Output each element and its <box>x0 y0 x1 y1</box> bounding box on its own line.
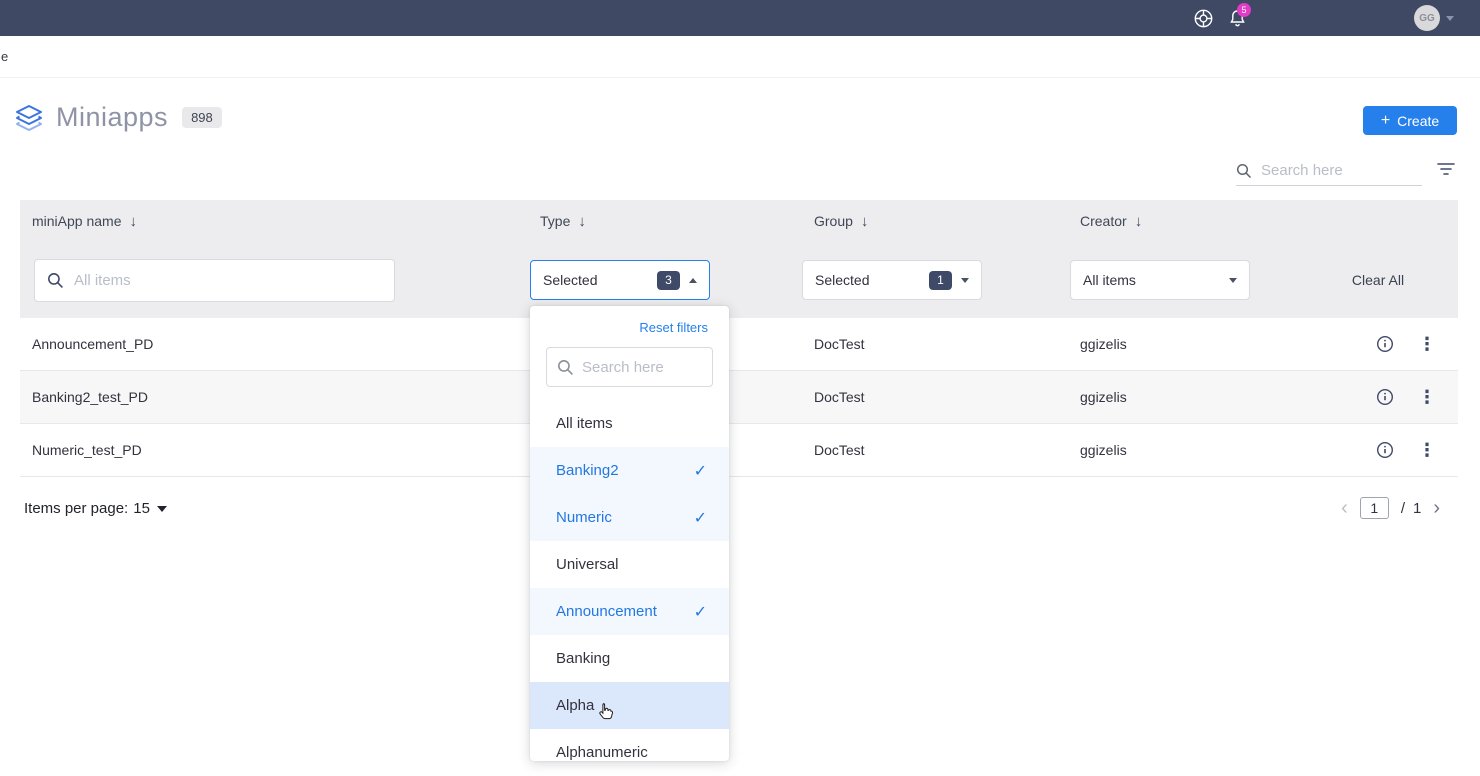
chevron-down-icon <box>1229 278 1237 283</box>
page-header: Miniapps 898 <box>14 102 222 133</box>
type-filter-select[interactable]: Selected 3 <box>530 260 710 300</box>
info-icon[interactable] <box>1376 388 1394 406</box>
sort-icon <box>1135 213 1143 230</box>
breadcrumb-bar: e <box>0 36 1480 78</box>
breadcrumb: e <box>1 49 8 64</box>
current-page-box[interactable]: 1 <box>1360 497 1389 519</box>
create-button-label: Create <box>1397 113 1439 129</box>
chevron-down-icon <box>961 278 969 283</box>
chevron-up-icon <box>689 278 697 283</box>
type-selected-count: 3 <box>657 271 680 290</box>
check-icon <box>694 602 707 622</box>
row-creator: ggizelis <box>1068 336 1298 352</box>
check-icon <box>694 461 707 481</box>
group-selected-count: 1 <box>929 271 952 290</box>
miniapps-table: miniApp name Type Group Creator Selected… <box>20 200 1458 477</box>
reset-filters-link[interactable]: Reset filters <box>530 306 729 335</box>
info-icon[interactable] <box>1376 441 1394 459</box>
group-filter-select[interactable]: Selected 1 <box>802 260 982 300</box>
dropdown-option-announcement[interactable]: Announcement <box>530 588 729 635</box>
kebab-menu-icon[interactable] <box>1418 388 1436 406</box>
app-root: 5 GG e Miniapps 898 + Create miniApp nam… <box>0 0 1480 776</box>
table-filter-row: Selected 3 Selected 1 All items Clear Al… <box>20 242 1458 318</box>
row-name: Announcement_PD <box>20 336 528 352</box>
table-row[interactable]: Announcement_PD DocTest ggizelis <box>20 318 1458 371</box>
kebab-menu-icon[interactable] <box>1418 335 1436 353</box>
type-filter-dropdown: Reset filters All items Banking2 Numeric… <box>530 306 729 761</box>
check-icon <box>694 508 707 528</box>
dropdown-search-field <box>546 347 713 387</box>
dropdown-option-universal[interactable]: Universal <box>530 541 729 588</box>
row-group: DocTest <box>802 442 1068 458</box>
global-search-input[interactable] <box>1261 162 1411 179</box>
row-group: DocTest <box>802 336 1068 352</box>
kebab-menu-icon[interactable] <box>1418 441 1436 459</box>
clear-all-button[interactable]: Clear All <box>1352 272 1404 288</box>
avatar: GG <box>1414 5 1440 31</box>
column-header-name[interactable]: miniApp name <box>20 213 528 230</box>
search-icon <box>47 272 64 289</box>
items-per-page-label: Items per page: <box>24 500 128 517</box>
sort-icon <box>578 213 586 230</box>
dropdown-option-banking[interactable]: Banking <box>530 635 729 682</box>
user-menu[interactable]: GG <box>1414 5 1454 31</box>
create-button[interactable]: + Create <box>1363 106 1457 135</box>
total-count-badge: 898 <box>182 107 222 128</box>
column-header-creator[interactable]: Creator <box>1068 213 1298 230</box>
table-row[interactable]: Numeric_test_PD DocTest ggizelis <box>20 424 1458 477</box>
miniapps-layers-icon <box>14 103 44 132</box>
help-wheel-icon[interactable] <box>1193 8 1214 29</box>
topbar: 5 GG <box>0 0 1480 36</box>
dropdown-option-numeric[interactable]: Numeric <box>530 494 729 541</box>
dropdown-option-alpha[interactable]: Alpha <box>530 682 729 729</box>
table-header-row: miniApp name Type Group Creator <box>20 200 1458 242</box>
topbar-right: 5 GG <box>1193 5 1480 31</box>
name-filter-field <box>34 259 395 302</box>
search-icon <box>557 359 574 376</box>
plus-icon: + <box>1381 113 1390 129</box>
sort-icon <box>130 213 138 230</box>
dropdown-option-alphanumeric[interactable]: Alphanumeric <box>530 729 729 761</box>
items-per-page-value: 15 <box>133 500 150 517</box>
name-filter-input[interactable] <box>74 272 382 289</box>
next-page-icon[interactable] <box>1433 498 1440 518</box>
notification-badge: 5 <box>1237 3 1251 17</box>
row-name: Numeric_test_PD <box>20 442 528 458</box>
dropdown-options: All items Banking2 Numeric Universal Ann… <box>530 400 729 761</box>
column-header-group[interactable]: Group <box>802 213 1068 230</box>
items-per-page[interactable]: Items per page: 15 <box>24 500 167 517</box>
search-icon <box>1236 163 1252 179</box>
chevron-down-icon <box>157 506 167 512</box>
dropdown-option-banking2[interactable]: Banking2 <box>530 447 729 494</box>
total-pages: / 1 <box>1401 500 1422 517</box>
chevron-down-icon <box>1446 16 1454 21</box>
filter-icon[interactable] <box>1437 162 1455 176</box>
row-group: DocTest <box>802 389 1068 405</box>
row-creator: ggizelis <box>1068 442 1298 458</box>
pagination: 1 / 1 <box>1341 497 1440 519</box>
notifications-button[interactable]: 5 <box>1229 9 1246 28</box>
prev-page-icon[interactable] <box>1341 498 1348 518</box>
row-name: Banking2_test_PD <box>20 389 528 405</box>
info-icon[interactable] <box>1376 335 1394 353</box>
column-header-type[interactable]: Type <box>528 213 802 230</box>
sort-icon <box>861 213 869 230</box>
row-creator: ggizelis <box>1068 389 1298 405</box>
table-row[interactable]: Banking2_test_PD DocTest ggizelis <box>20 371 1458 424</box>
global-search <box>1236 156 1422 186</box>
dropdown-option-all-items[interactable]: All items <box>530 400 729 447</box>
dropdown-search-input[interactable] <box>582 359 702 376</box>
page-title: Miniapps <box>56 102 168 133</box>
creator-filter-select[interactable]: All items <box>1070 260 1250 300</box>
